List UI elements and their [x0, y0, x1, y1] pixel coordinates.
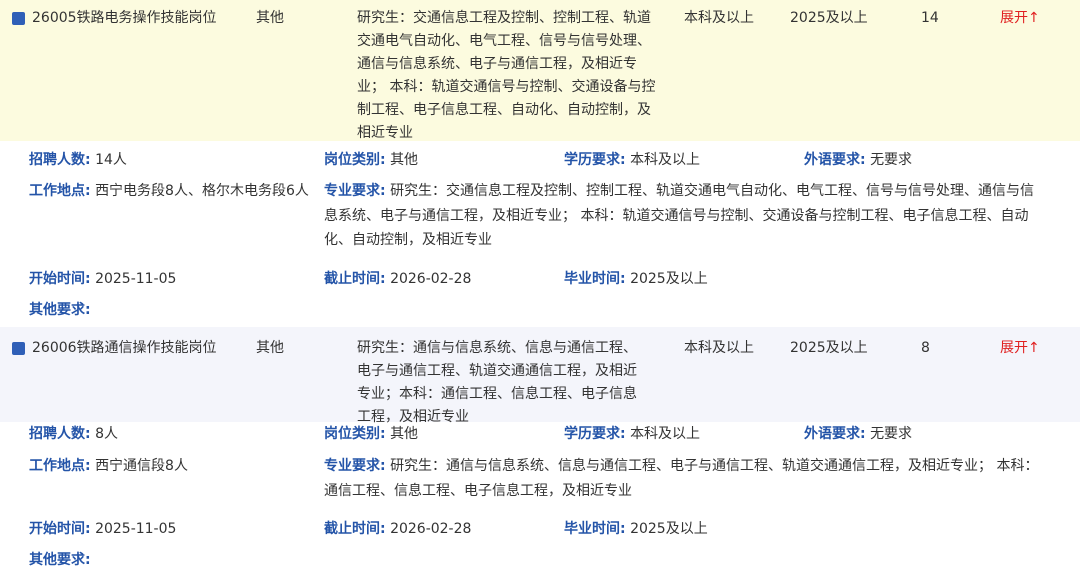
job-name: 26005铁路电务操作技能岗位 [32, 10, 217, 26]
job-name: 26006铁路通信操作技能岗位 [32, 340, 217, 356]
job-major: 研究生：交通信息工程及控制、控制工程、轨道交通电气自动化、电气工程、信号与信号处… [357, 10, 656, 141]
recruit-count-field: 招聘人数: 8人 [29, 426, 118, 442]
job-graduation: 2025及以上 [790, 10, 868, 26]
major-requirement-field: 专业要求: 研究生：通信与信息系统、信息与通信工程、电子与通信工程、轨道交通通信… [324, 458, 1039, 499]
job-education: 本科及以上 [684, 340, 754, 356]
job-education: 本科及以上 [684, 10, 754, 26]
category-field: 岗位类别: 其他 [324, 426, 419, 442]
job-category: 其他 [256, 340, 284, 356]
education-field: 学历要求: 本科及以上 [564, 426, 701, 442]
category-field: 岗位类别: 其他 [324, 152, 419, 168]
language-field: 外语要求: 无要求 [804, 426, 913, 442]
job-detail-panel: 招聘人数: 14人 岗位类别: 其他 学历要求: 本科及以上 外语要求: 无要求… [0, 141, 1080, 327]
graduation-time-field: 毕业时间: 2025及以上 [564, 521, 708, 537]
recruit-count-field: 招聘人数: 14人 [29, 152, 127, 168]
major-requirement-field: 专业要求: 研究生：交通信息工程及控制、控制工程、轨道交通电气自动化、电气工程、… [324, 183, 1035, 248]
job-graduation: 2025及以上 [790, 340, 868, 356]
select-checkbox[interactable] [12, 12, 25, 25]
expand-toggle[interactable]: 展开↑ [1000, 337, 1040, 360]
location-field: 工作地点: 西宁电务段8人、格尔木电务段6人 [29, 183, 309, 199]
expand-toggle[interactable]: 展开↑ [1000, 7, 1040, 30]
job-count: 8 [921, 340, 930, 356]
job-item: 26005铁路电务操作技能岗位 其他 研究生：交通信息工程及控制、控制工程、轨道… [0, 0, 1080, 327]
other-requirement-field: 其他要求: [29, 552, 91, 568]
job-item: 26006铁路通信操作技能岗位 其他 研究生：通信与信息系统、信息与通信工程、电… [0, 327, 1080, 584]
job-category: 其他 [256, 10, 284, 26]
location-field: 工作地点: 西宁通信段8人 [29, 458, 188, 474]
end-time-field: 截止时间: 2026-02-28 [324, 521, 472, 537]
job-detail-panel: 招聘人数: 8人 岗位类别: 其他 学历要求: 本科及以上 外语要求: 无要求 … [0, 422, 1080, 584]
job-count: 14 [921, 10, 939, 26]
start-time-field: 开始时间: 2025-11-05 [29, 521, 177, 537]
start-time-field: 开始时间: 2025-11-05 [29, 271, 177, 287]
job-summary-row[interactable]: 26005铁路电务操作技能岗位 其他 研究生：交通信息工程及控制、控制工程、轨道… [0, 0, 1080, 141]
education-field: 学历要求: 本科及以上 [564, 152, 701, 168]
graduation-time-field: 毕业时间: 2025及以上 [564, 271, 708, 287]
end-time-field: 截止时间: 2026-02-28 [324, 271, 472, 287]
job-summary-row[interactable]: 26006铁路通信操作技能岗位 其他 研究生：通信与信息系统、信息与通信工程、电… [0, 327, 1080, 425]
job-major: 研究生：通信与信息系统、信息与通信工程、电子与通信工程、轨道交通通信工程，及相近… [357, 340, 637, 425]
other-requirement-field: 其他要求: [29, 302, 91, 318]
select-checkbox[interactable] [12, 342, 25, 355]
language-field: 外语要求: 无要求 [804, 152, 913, 168]
